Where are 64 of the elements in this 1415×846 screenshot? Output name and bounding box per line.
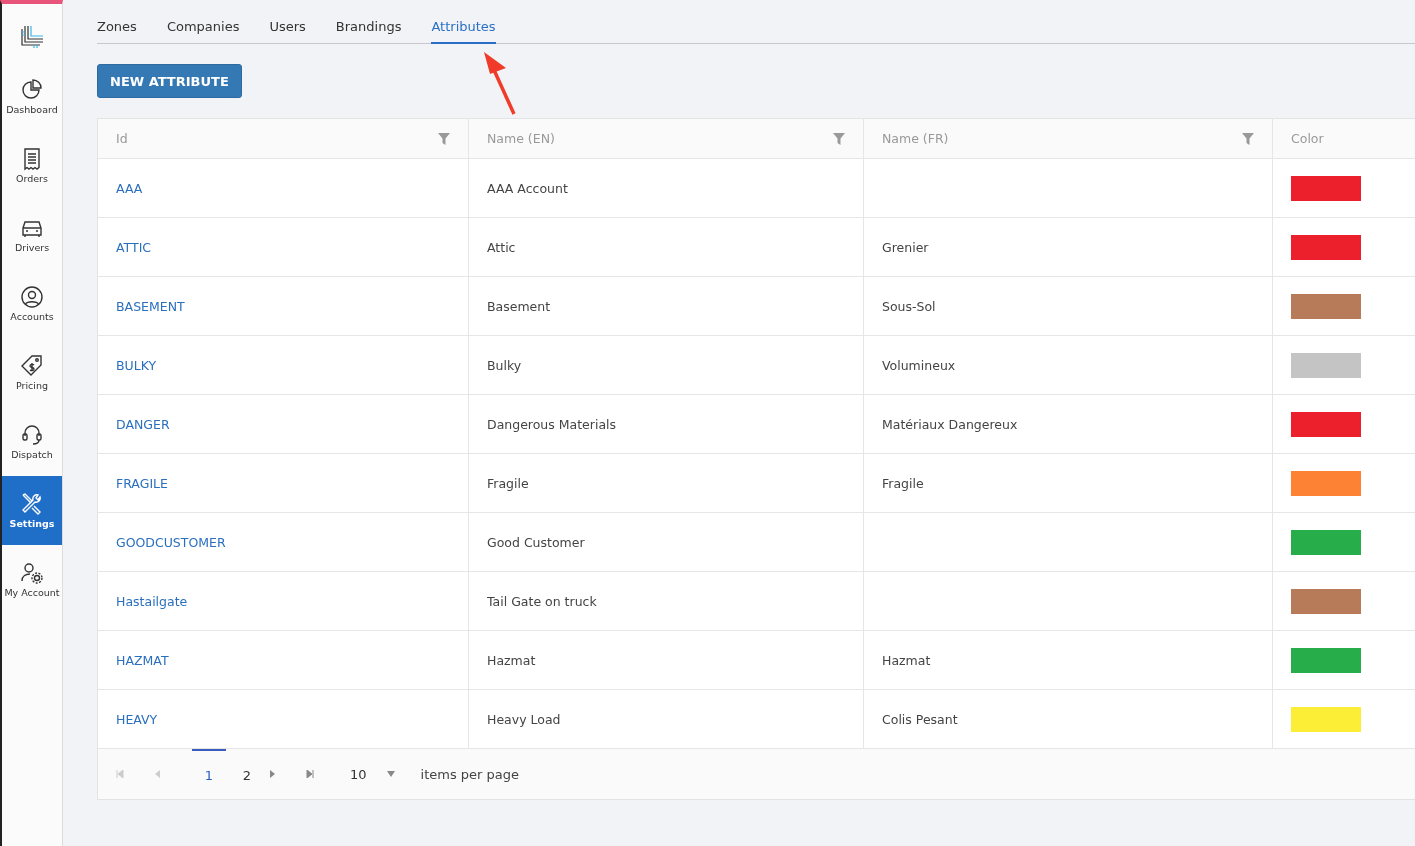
filter-icon[interactable] [833, 132, 845, 145]
attribute-id-link[interactable]: HEAVY [116, 711, 158, 727]
logo-icon [19, 24, 45, 50]
table-cell: Colis Pesant [882, 711, 958, 727]
sidebar-item[interactable]: Dashboard [2, 62, 62, 131]
table-cell: Heavy Load [487, 711, 561, 727]
table-cell: Fragile [487, 475, 529, 491]
sidebar-item[interactable]: Pricing [2, 338, 62, 407]
price-tag-icon [20, 354, 44, 378]
table-cell: Basement [487, 298, 551, 314]
pie-chart-icon [20, 78, 44, 102]
table-cell: Volumineux [882, 357, 956, 373]
filter-icon[interactable] [438, 132, 450, 145]
table-cell: Fragile [882, 475, 924, 491]
user-gear-icon [20, 561, 44, 585]
attribute-id-link[interactable]: AAA [116, 180, 143, 196]
attribute-id-link[interactable]: GOODCUSTOMER [116, 534, 226, 550]
first-page-icon[interactable] [116, 770, 124, 778]
table-cell: Bulky [487, 357, 522, 373]
page-size-dropdown[interactable]: 10 [344, 765, 401, 783]
table-cell: Sous-Sol [882, 298, 936, 314]
table-cell: Good Customer [487, 534, 585, 550]
table-cell: AAA Account [487, 180, 568, 196]
last-page-icon[interactable] [306, 770, 314, 778]
attribute-id-link[interactable]: BULKY [116, 357, 157, 373]
sidebar-item[interactable]: Orders [2, 131, 62, 200]
items-per-page-label: items per page [420, 766, 520, 782]
tab[interactable]: Attributes [431, 17, 496, 44]
headset-icon [20, 423, 44, 447]
table-cell: Attic [487, 239, 516, 255]
user-icon [20, 285, 44, 309]
attribute-id-link[interactable]: ATTIC [116, 239, 152, 255]
table-cell: Tail Gate on truck [487, 593, 597, 609]
table-cell: Grenier [882, 239, 929, 255]
attribute-id-link[interactable]: FRAGILE [116, 475, 168, 491]
tab[interactable]: Brandings [335, 17, 402, 44]
sidebar-item[interactable]: Drivers [2, 200, 62, 269]
tab[interactable]: Users [269, 17, 306, 44]
attribute-id-link[interactable]: BASEMENT [116, 298, 185, 314]
sidebar-item[interactable]: My Account [2, 545, 62, 614]
attribute-id-link[interactable]: DANGER [116, 416, 170, 432]
next-page-icon[interactable] [268, 770, 276, 778]
column-title: Color [1291, 131, 1324, 146]
filter-icon[interactable] [1242, 132, 1254, 145]
previous-page-icon[interactable] [154, 770, 162, 778]
column-title: Id [116, 131, 128, 146]
table-cell: Dangerous Materials [487, 416, 617, 432]
column-title: Name (EN) [487, 131, 555, 146]
sidebar-item[interactable]: Settings [2, 476, 62, 545]
caret-icon [386, 771, 395, 777]
page-button[interactable]: 2 [230, 749, 264, 799]
new-attribute-button[interactable]: NEW ATTRIBUTE [97, 64, 242, 98]
table-cell: Hazmat [487, 652, 536, 668]
sidebar-item[interactable]: Accounts [2, 269, 62, 338]
page-button[interactable]: 1 [192, 749, 226, 799]
attribute-id-link[interactable]: Hastailgate [116, 593, 188, 609]
sidebar-item[interactable]: Dispatch [2, 407, 62, 476]
tab[interactable]: Companies [166, 17, 240, 44]
table-cell: Matériaux Dangereux [882, 416, 1018, 432]
table-cell: Hazmat [882, 652, 931, 668]
tab[interactable]: Zones [97, 17, 137, 44]
column-title: Name (FR) [882, 131, 949, 146]
attribute-id-link[interactable]: HAZMAT [116, 652, 169, 668]
wrench-icon [20, 492, 44, 516]
